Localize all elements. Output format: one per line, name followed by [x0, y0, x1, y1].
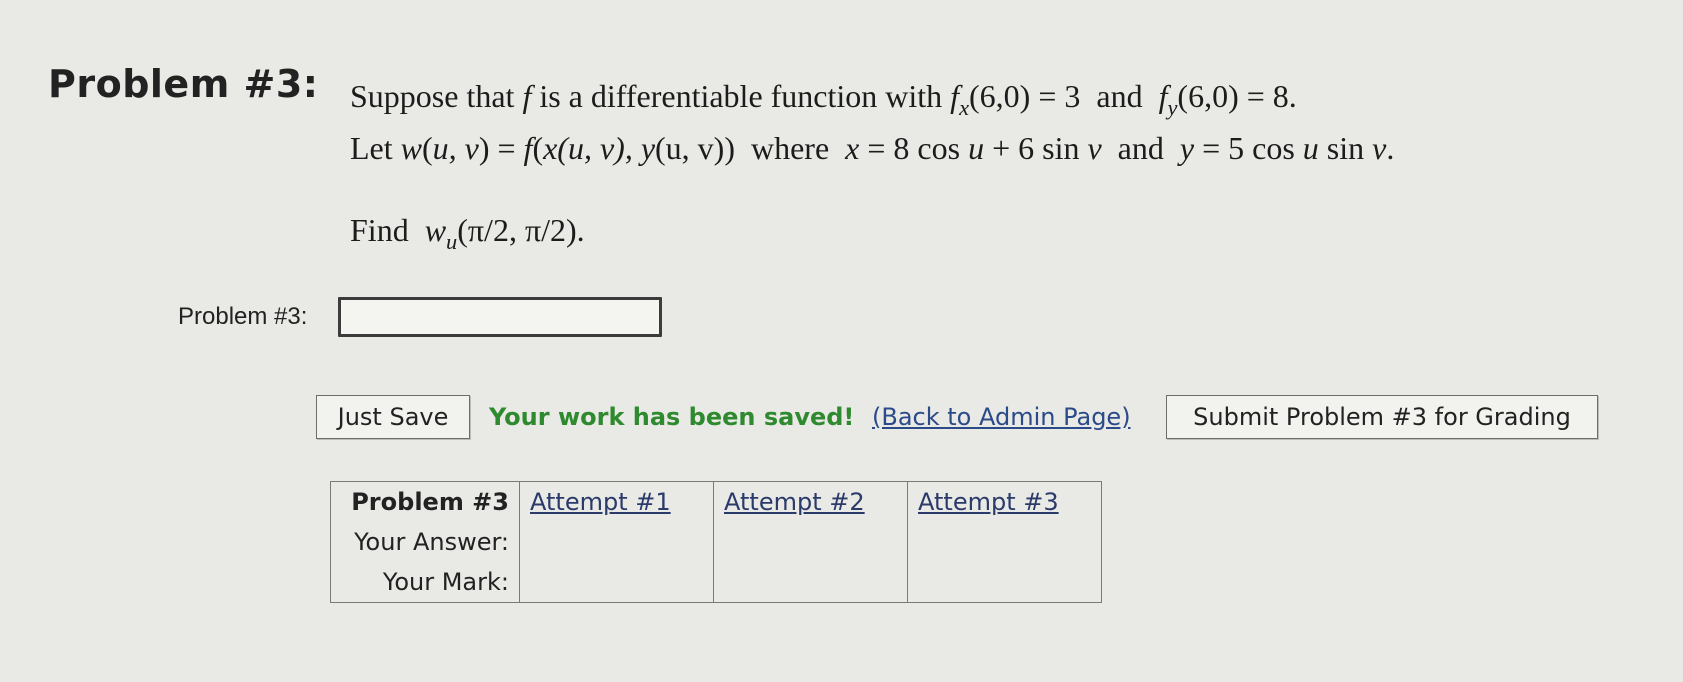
answer-attempt-3-cell [907, 522, 1102, 562]
your-answer-label: Your Answer: [330, 522, 520, 562]
answer-attempt-1-cell [519, 522, 714, 562]
answer-attempt-2-cell [713, 522, 908, 562]
attempt-3-link[interactable]: Attempt #3 [918, 488, 1059, 516]
attempt-2-link[interactable]: Attempt #2 [724, 488, 865, 516]
your-mark-row: Your Mark: [330, 562, 1102, 603]
back-to-admin-link[interactable]: (Back to Admin Page) [872, 403, 1131, 431]
attempt-1-link[interactable]: Attempt #1 [530, 488, 671, 516]
submit-for-grading-button[interactable]: Submit Problem #3 for Grading [1166, 395, 1598, 439]
problem-heading: Problem #3: [48, 62, 319, 106]
statement-line-1: Suppose that f is a differentiable funct… [350, 78, 1297, 120]
answer-label: Problem #3: [178, 303, 308, 330]
answer-input[interactable] [338, 297, 662, 337]
attempt-3-header[interactable]: Attempt #3 [907, 481, 1102, 522]
just-save-button[interactable]: Just Save [316, 395, 470, 439]
problem-statement: Suppose that f is a differentiable funct… [350, 70, 1394, 256]
mark-attempt-2-cell [713, 562, 908, 603]
attempts-table-title: Problem #3 [330, 481, 520, 522]
attempts-table: Problem #3 Attempt #1 Attempt #2 Attempt… [330, 481, 1102, 603]
attempts-header-row: Problem #3 Attempt #1 Attempt #2 Attempt… [330, 481, 1102, 522]
statement-line-2: Let w(u, v) = f(x(u, v), y(u, v)) where … [350, 130, 1395, 166]
mark-attempt-3-cell [907, 562, 1102, 603]
your-answer-row: Your Answer: [330, 522, 1102, 562]
mark-attempt-1-cell [519, 562, 714, 603]
saved-message: Your work has been saved! [489, 403, 855, 431]
attempt-1-header[interactable]: Attempt #1 [519, 481, 714, 522]
statement-find: Find wu(π/2, π/2). [350, 212, 585, 254]
attempt-2-header[interactable]: Attempt #2 [713, 481, 908, 522]
your-mark-label: Your Mark: [330, 562, 520, 603]
statement-spacer [350, 174, 1394, 204]
